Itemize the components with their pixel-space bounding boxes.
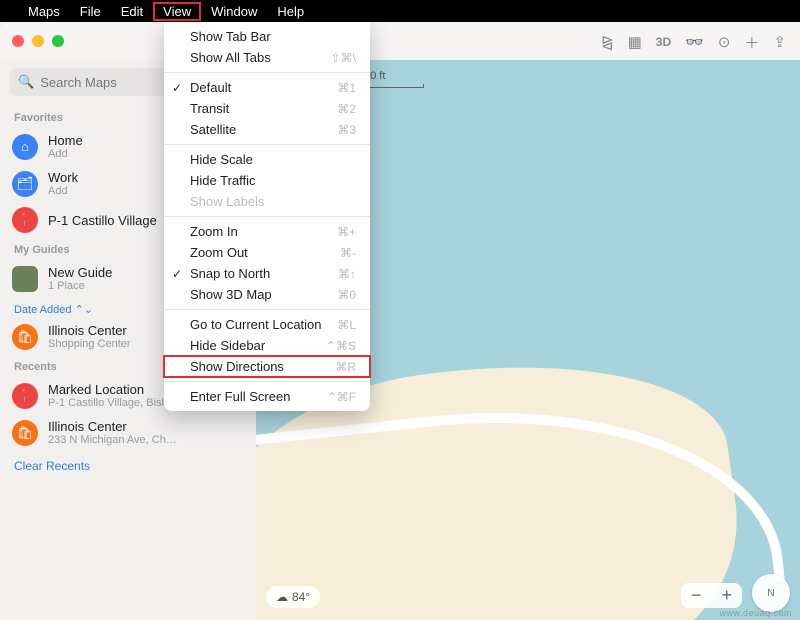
weather-pill[interactable]: ☁84° (266, 586, 320, 608)
menu-item-show-3d-map[interactable]: Show 3D Map ⌘0 (164, 284, 370, 305)
pin-icon: 📍 (12, 383, 38, 409)
menu-item-show-all-tabs[interactable]: Show All Tabs ⇧⌘\ (164, 47, 370, 68)
menu-item-label: Hide Scale (190, 152, 253, 167)
content-area: 🔍 Favorites ⌂ HomeAdd 🗂 WorkAdd 📍 P-1 Ca… (0, 60, 800, 620)
close-button[interactable] (12, 35, 24, 47)
compass[interactable]: N (752, 574, 790, 612)
menu-item-enter-full-screen[interactable]: Enter Full Screen ⌃⌘F (164, 386, 370, 407)
clear-recents-link[interactable]: Clear Recents (0, 451, 256, 481)
menu-item-transit[interactable]: Transit ⌘2 (164, 98, 370, 119)
menu-item-label: Show Directions (190, 359, 284, 374)
binoculars-icon[interactable]: 👓 (685, 33, 704, 51)
menu-item-label: Default (190, 80, 231, 95)
menu-shortcut: ⌘2 (337, 102, 356, 116)
menu-item-default[interactable]: ✓ Default ⌘1 (164, 77, 370, 98)
menu-file[interactable]: File (70, 2, 111, 21)
traffic-lights (12, 35, 64, 47)
zoom-in-button[interactable]: + (711, 583, 742, 608)
map-mode-icon[interactable]: ▦ (628, 33, 642, 51)
toolbar-right: ⧎ ▦ 3D 👓 ⊙ ＋ ⇪ (587, 24, 800, 60)
menu-shortcut: ⌘+ (337, 225, 356, 239)
menu-shortcut: ⌘- (340, 246, 356, 260)
sort-icon: ⌃⌄ (75, 304, 93, 316)
menu-item-label: Snap to North (190, 266, 270, 281)
menu-item-label: Hide Traffic (190, 173, 256, 188)
menu-item-zoom-out[interactable]: Zoom Out ⌘- (164, 242, 370, 263)
menu-view[interactable]: View (153, 2, 201, 21)
menu-maps[interactable]: Maps (18, 2, 70, 21)
menu-item-hide-traffic[interactable]: Hide Traffic (164, 170, 370, 191)
menubar: Maps File Edit View Window Help (0, 0, 800, 22)
guide-thumb-icon (12, 266, 38, 292)
menu-item-label: Show 3D Map (190, 287, 272, 302)
menu-shortcut: ⌃⌘S (326, 339, 356, 353)
menu-shortcut: ⌃⌘F (327, 390, 356, 404)
search-icon: 🔍 (18, 74, 34, 90)
menu-shortcut: ⌘R (335, 360, 356, 374)
menu-shortcut: ⌘1 (337, 81, 356, 95)
menu-separator (164, 216, 370, 217)
cloud-icon: ☁ (276, 590, 288, 604)
menu-help[interactable]: Help (267, 2, 314, 21)
bookmark-icon[interactable]: ⧎ (601, 33, 614, 51)
menu-item-label: Enter Full Screen (190, 389, 290, 404)
menu-shortcut: ⌘3 (337, 123, 356, 137)
menu-item-hide-sidebar[interactable]: Hide Sidebar ⌃⌘S (164, 335, 370, 356)
recent-illinois[interactable]: 🛍 Illinois Center233 N Michigan Ave, Ch… (0, 414, 256, 451)
menu-item-go-to-current-location[interactable]: Go to Current Location ⌘L (164, 314, 370, 335)
bag-icon: 🛍 (12, 324, 38, 350)
view-menu-dropdown: Show Tab Bar Show All Tabs ⇧⌘\ ✓ Default ⌘1 Tr… (164, 22, 370, 411)
menu-item-label: Show Labels (190, 194, 264, 209)
checkmark-icon: ✓ (172, 267, 182, 281)
minimize-button[interactable] (32, 35, 44, 47)
menu-item-label: Show Tab Bar (190, 29, 271, 44)
menu-item-label: Transit (190, 101, 229, 116)
watermark: www.deuaq.com (719, 608, 792, 618)
menu-shortcut: ⌘0 (337, 288, 356, 302)
settings-icon[interactable]: ⊙ (718, 33, 731, 51)
menu-item-label: Zoom In (190, 224, 238, 239)
menu-separator (164, 309, 370, 310)
zoom-control: − + (681, 583, 742, 608)
zoom-out-button[interactable]: − (681, 583, 712, 608)
pin-icon: 📍 (12, 207, 38, 233)
menu-item-zoom-in[interactable]: Zoom In ⌘+ (164, 221, 370, 242)
share-icon[interactable]: ⇪ (773, 33, 786, 51)
bag-icon: 🛍 (12, 420, 38, 446)
menu-item-label: Satellite (190, 122, 236, 137)
menu-item-show-labels: Show Labels (164, 191, 370, 212)
work-icon: 🗂 (12, 171, 38, 197)
menu-edit[interactable]: Edit (111, 2, 153, 21)
app-window: 🔍 Favorites ⌂ HomeAdd 🗂 WorkAdd 📍 P-1 Ca… (0, 22, 800, 620)
menu-item-show-tab-bar[interactable]: Show Tab Bar (164, 26, 370, 47)
menu-shortcut: ⇧⌘\ (331, 51, 356, 65)
add-icon[interactable]: ＋ (744, 32, 759, 53)
fullscreen-button[interactable] (52, 35, 64, 47)
menu-item-hide-scale[interactable]: Hide Scale (164, 149, 370, 170)
menu-window[interactable]: Window (201, 2, 267, 21)
menu-separator (164, 144, 370, 145)
menu-item-label: Show All Tabs (190, 50, 271, 65)
menu-item-label: Hide Sidebar (190, 338, 265, 353)
menu-shortcut: ⌘L (337, 318, 356, 332)
3d-icon[interactable]: 3D (656, 35, 671, 49)
menu-separator (164, 72, 370, 73)
menu-separator (164, 381, 370, 382)
menu-item-satellite[interactable]: Satellite ⌘3 (164, 119, 370, 140)
menu-item-label: Zoom Out (190, 245, 248, 260)
menu-item-show-directions[interactable]: Show Directions ⌘R (164, 356, 370, 377)
menu-item-label: Go to Current Location (190, 317, 322, 332)
scale-indicator: 50 ft (364, 70, 424, 88)
home-icon: ⌂ (12, 134, 38, 160)
checkmark-icon: ✓ (172, 81, 182, 95)
menu-item-snap-to-north[interactable]: ✓ Snap to North ⌘↑ (164, 263, 370, 284)
menu-shortcut: ⌘↑ (338, 267, 356, 281)
